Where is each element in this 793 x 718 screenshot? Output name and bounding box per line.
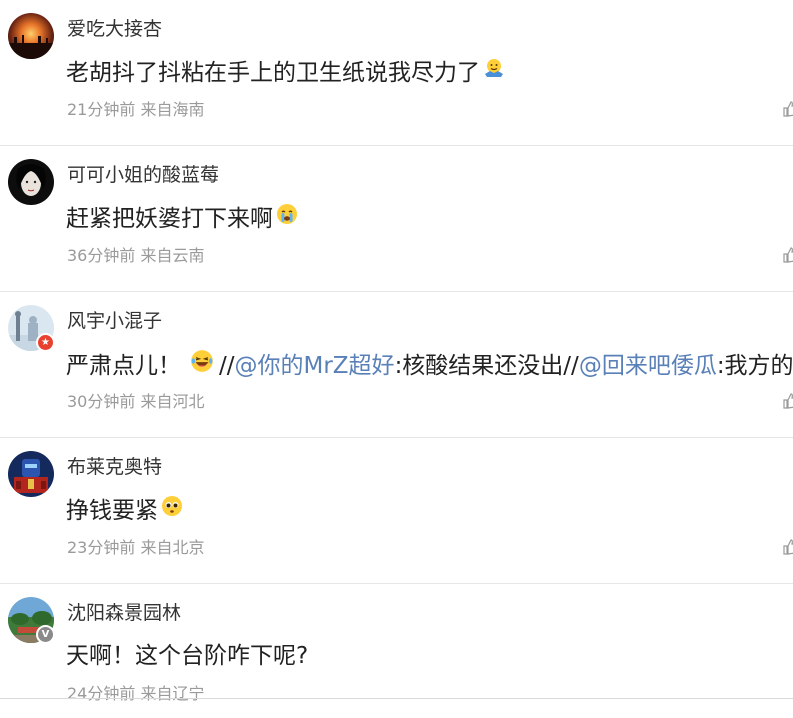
comment-text-separator: // — [219, 352, 235, 379]
comment-text-body: 赶紧把妖婆打下来啊 — [66, 205, 273, 232]
verified-badge-icon: ★ — [36, 333, 55, 352]
comment-text-tail: :我方的 — [716, 352, 793, 379]
divider — [0, 698, 793, 699]
comment-text-repost: :核酸结果还没出// — [394, 352, 579, 379]
comment-text: 严肃点儿！ // @你的MrZ超好 :核酸结果还没出// @回来吧倭瓜 :我方的 — [66, 348, 793, 383]
verified-badge-icon: V — [36, 625, 55, 644]
username[interactable]: 爱吃大接杏 — [67, 16, 162, 42]
comment-text-body: 严肃点儿！ — [66, 352, 181, 379]
comment-item: 可可小姐的酸蓝莓 赶紧把妖婆打下来啊 36分钟前 来自云南 — [0, 146, 793, 292]
location: 来自云南 — [140, 246, 205, 265]
timestamp: 24分钟前 — [67, 684, 136, 703]
comment-feed: 爱吃大接杏 老胡抖了抖粘在手上的卫生纸说我尽力了 21分钟前 来自海南 可可小姐… — [0, 0, 793, 718]
avatar[interactable] — [8, 159, 54, 205]
username[interactable]: 风宇小混子 — [67, 308, 162, 334]
like-icon[interactable] — [783, 537, 793, 557]
timestamp: 21分钟前 — [67, 100, 136, 119]
comment-text: 赶紧把妖婆打下来啊 — [66, 202, 299, 235]
comment-item: 布莱克奥特 挣钱要紧 23分钟前 来自北京 — [0, 438, 793, 584]
comment-meta: 36分钟前 来自云南 — [67, 245, 204, 267]
location: 来自北京 — [140, 538, 205, 557]
comment-text: 天啊！这个台阶咋下呢? — [66, 640, 308, 672]
avatar[interactable] — [8, 13, 54, 59]
like-icon[interactable] — [783, 391, 793, 411]
timestamp: 36分钟前 — [67, 246, 136, 265]
mention-link[interactable]: @回来吧倭瓜 — [579, 350, 717, 382]
username[interactable]: 沈阳森景园林 — [67, 600, 181, 626]
comment-text: 老胡抖了抖粘在手上的卫生纸说我尽力了 — [66, 56, 506, 89]
location: 来自辽宁 — [140, 684, 205, 703]
comment-meta: 30分钟前 来自河北 — [67, 391, 204, 413]
comment-text-body: 挣钱要紧 — [66, 497, 158, 524]
comment-meta: 23分钟前 来自北京 — [67, 537, 204, 559]
location: 来自海南 — [140, 100, 205, 119]
mention-link[interactable]: @你的MrZ超好 — [235, 350, 395, 382]
sunset-avatar-image — [8, 13, 54, 59]
shrug-emoji-icon — [482, 56, 506, 89]
like-icon[interactable] — [783, 99, 793, 119]
username[interactable]: 可可小姐的酸蓝莓 — [67, 162, 219, 188]
location: 来自河北 — [140, 392, 205, 411]
pleading-emoji-icon — [160, 494, 184, 527]
timestamp: 23分钟前 — [67, 538, 136, 557]
comment-text: 挣钱要紧 — [66, 494, 184, 527]
like-icon[interactable] — [783, 245, 793, 265]
laughing-tears-emoji-icon — [189, 348, 215, 383]
comment-text-body: 老胡抖了抖粘在手上的卫生纸说我尽力了 — [66, 59, 480, 86]
username[interactable]: 布莱克奥特 — [67, 454, 162, 480]
robot-avatar-image — [8, 451, 54, 497]
crying-emoji-icon — [275, 202, 299, 235]
comment-meta: 24分钟前 来自辽宁 — [67, 683, 204, 705]
comment-text-body: 天啊！这个台阶咋下呢? — [66, 643, 309, 669]
comment-meta: 21分钟前 来自海南 — [67, 99, 204, 121]
comment-item: 爱吃大接杏 老胡抖了抖粘在手上的卫生纸说我尽力了 21分钟前 来自海南 — [0, 0, 793, 146]
avatar[interactable] — [8, 451, 54, 497]
comment-item: ★ 风宇小混子 严肃点儿！ // @你的MrZ超好 :核酸结果还没出// @回来… — [0, 292, 793, 438]
portrait-avatar-image — [8, 159, 54, 205]
timestamp: 30分钟前 — [67, 392, 136, 411]
